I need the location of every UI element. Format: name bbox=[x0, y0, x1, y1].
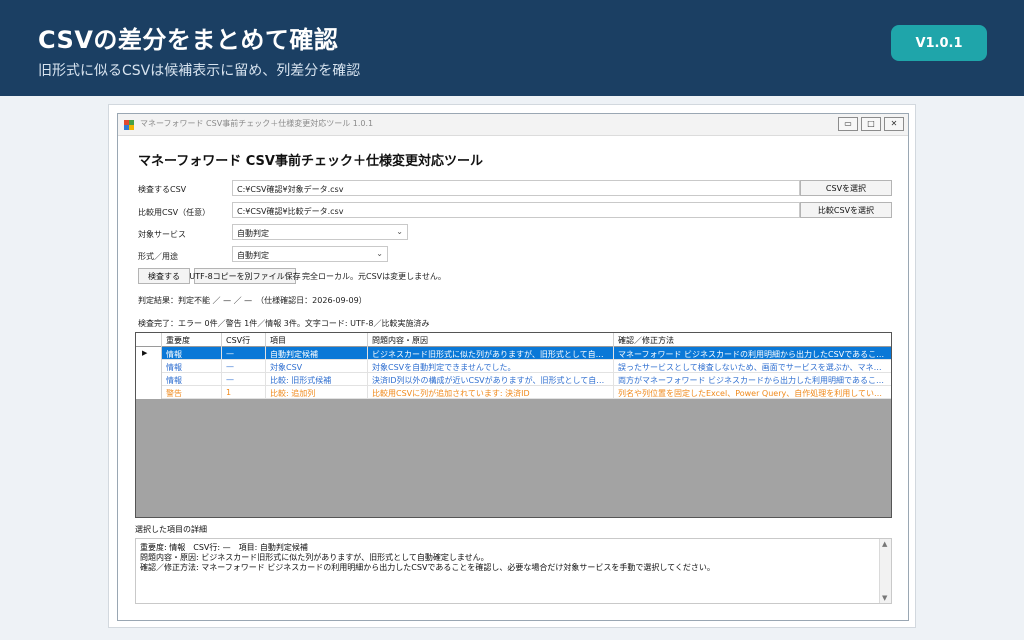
cell-fix: 列名や列位置を固定したExcel、Power Query、自作処理を利用している… bbox=[618, 389, 891, 398]
service-select[interactable]: 自動判定 ⌄ bbox=[232, 224, 408, 240]
grid-corner bbox=[136, 333, 162, 347]
local-note: 完全ローカル。元CSVは変更しません。 bbox=[302, 272, 446, 281]
cell-item: 比較: 旧形式候補 bbox=[266, 373, 368, 386]
app-window: マネーフォワード CSV事前チェック＋仕様変更対応ツール 1.0.1 ▭ □ ✕… bbox=[117, 113, 909, 621]
detail-textbox[interactable]: 重要度: 情報 CSV行: — 項目: 自動判定候補 問題内容・原因: ビジネス… bbox=[135, 538, 892, 604]
select-compare-csv-button[interactable]: 比較CSVを選択 bbox=[800, 202, 892, 218]
cell-item: 自動判定候補 bbox=[266, 347, 368, 360]
scroll-down-icon[interactable]: ▼ bbox=[882, 594, 887, 602]
cell-item: 対象CSV bbox=[266, 360, 368, 373]
results-grid[interactable]: 重要度 CSV行 項目 問題内容・原因 確認／修正方法 ▶ 情報 — 自動判定候… bbox=[135, 332, 892, 518]
summary-line: 検査完了：エラー 0件／警告 1件／情報 3件。文字コード: UTF-8／比較実… bbox=[138, 319, 430, 328]
table-row[interactable]: ▶ 情報 — 自動判定候補 ビジネスカード旧形式に似た列がありますが、旧形式とし… bbox=[136, 347, 891, 360]
detail-label: 選択した項目の詳細 bbox=[135, 525, 207, 534]
target-csv-path-field[interactable]: C:¥CSV確認¥対象データ.csv bbox=[232, 180, 800, 196]
grid-header: 重要度 CSV行 項目 問題内容・原因 確認／修正方法 bbox=[136, 333, 891, 347]
cell-line: — bbox=[222, 373, 266, 386]
row-header bbox=[136, 373, 162, 386]
cell-fix: 両方がマネーフォワード ビジネスカードから出力した利用明細であることを確認し、必… bbox=[618, 376, 891, 385]
window-titlebar: マネーフォワード CSV事前チェック＋仕様変更対応ツール 1.0.1 ▭ □ ✕ bbox=[118, 114, 908, 136]
window-title: マネーフォワード CSV事前チェック＋仕様変更対応ツール 1.0.1 bbox=[140, 119, 374, 128]
header-banner: CSVの差分をまとめて確認 旧形式に似るCSVは候補表示に留め、列差分を確認 V… bbox=[0, 0, 1024, 96]
compare-csv-path-field[interactable]: C:¥CSV確認¥比較データ.csv bbox=[232, 202, 800, 218]
cell-level: 警告 bbox=[162, 386, 222, 399]
cell-fix: マネーフォワード ビジネスカードの利用明細から出力したCSVであることを確認し、… bbox=[618, 350, 891, 359]
form-heading: マネーフォワード CSV事前チェック＋仕様変更対応ツール bbox=[138, 154, 483, 169]
table-row[interactable]: 情報 — 比較: 旧形式候補 決済ID列以外の構成が近いCSVがありますが、旧形… bbox=[136, 373, 891, 386]
maximize-button[interactable]: □ bbox=[861, 117, 881, 131]
cell-level: 情報 bbox=[162, 373, 222, 386]
column-header-line[interactable]: CSV行 bbox=[222, 333, 266, 347]
format-label: 形式／用途 bbox=[138, 252, 178, 261]
close-button[interactable]: ✕ bbox=[884, 117, 904, 131]
result-line: 判定結果：判定不能 ／ — ／ — （仕様確認日：2026-09-09） bbox=[138, 296, 367, 305]
select-csv-button[interactable]: CSVを選択 bbox=[800, 180, 892, 196]
format-select[interactable]: 自動判定 ⌄ bbox=[232, 246, 388, 262]
cell-issue: 比較用CSVに列が追加されています: 決済ID bbox=[368, 386, 614, 399]
save-utf8-copy-button[interactable]: UTF-8コピーを別ファイル保存 bbox=[189, 268, 301, 284]
chevron-down-icon: ⌄ bbox=[396, 227, 403, 236]
cell-issue: ビジネスカード旧形式に似た列がありますが、旧形式として自動確定しませ… bbox=[368, 347, 614, 360]
detail-line: 確認／修正方法: マネーフォワード ビジネスカードの利用明細から出力したCSVで… bbox=[140, 563, 715, 572]
chevron-down-icon: ⌄ bbox=[376, 249, 383, 258]
version-badge: V1.0.1 bbox=[891, 25, 987, 61]
app-icon bbox=[124, 120, 134, 130]
column-header-item[interactable]: 項目 bbox=[266, 333, 368, 347]
cell-level: 情報 bbox=[162, 347, 222, 360]
banner-title: CSVの差分をまとめて確認 bbox=[38, 26, 339, 54]
cell-issue: 決済ID列以外の構成が近いCSVがありますが、旧形式として自動確定し… bbox=[368, 373, 614, 386]
banner-subtitle: 旧形式に似るCSVは候補表示に留め、列差分を確認 bbox=[38, 63, 361, 79]
cell-item: 比較: 追加列 bbox=[266, 386, 368, 399]
target-csv-label: 検査するCSV bbox=[138, 185, 187, 194]
row-pointer-icon: ▶ bbox=[136, 347, 162, 360]
row-header bbox=[136, 360, 162, 373]
cell-level: 情報 bbox=[162, 360, 222, 373]
table-row[interactable]: 警告 1 比較: 追加列 比較用CSVに列が追加されています: 決済ID 列名や… bbox=[136, 386, 891, 399]
compare-csv-label: 比較用CSV（任意） bbox=[138, 208, 211, 217]
column-header-issue[interactable]: 問題内容・原因 bbox=[368, 333, 614, 347]
detail-scrollbar[interactable]: ▲ ▼ bbox=[879, 539, 891, 603]
column-header-fix[interactable]: 確認／修正方法 bbox=[614, 333, 891, 347]
row-header bbox=[136, 386, 162, 399]
cell-line: — bbox=[222, 347, 266, 360]
minimize-button[interactable]: ▭ bbox=[838, 117, 858, 131]
cell-issue: 対象CSVを自動判定できませんでした。 bbox=[368, 360, 614, 373]
service-label: 対象サービス bbox=[138, 230, 186, 239]
service-select-value: 自動判定 bbox=[237, 229, 269, 238]
format-select-value: 自動判定 bbox=[237, 251, 269, 260]
table-row[interactable]: 情報 — 対象CSV 対象CSVを自動判定できませんでした。 誤ったサービスとし… bbox=[136, 360, 891, 373]
column-header-level[interactable]: 重要度 bbox=[162, 333, 222, 347]
cell-fix: 誤ったサービスとして検査しないため、画面でサービスを選ぶか、マネーフォワードから… bbox=[618, 363, 891, 372]
check-button[interactable]: 検査する bbox=[138, 268, 190, 284]
screenshot-frame: マネーフォワード CSV事前チェック＋仕様変更対応ツール 1.0.1 ▭ □ ✕… bbox=[108, 104, 916, 628]
cell-line: 1 bbox=[222, 386, 266, 399]
cell-line: — bbox=[222, 360, 266, 373]
scroll-up-icon[interactable]: ▲ bbox=[882, 540, 887, 548]
